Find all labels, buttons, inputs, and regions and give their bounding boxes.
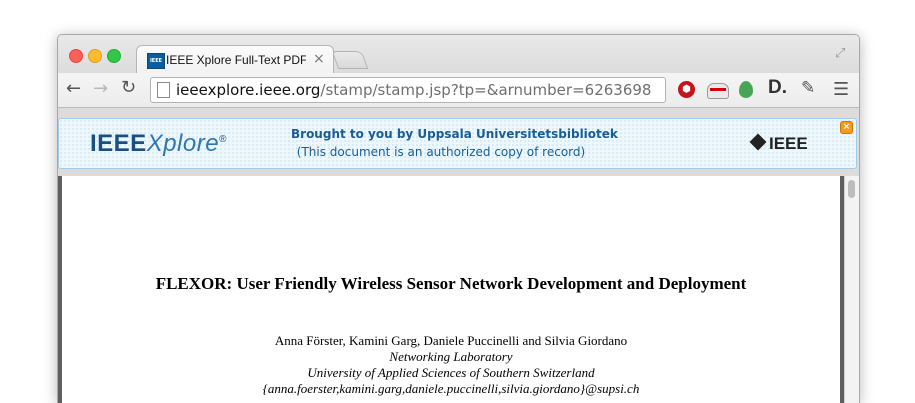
pdf-page: FLEXOR: User Friendly Wireless Sensor Ne… xyxy=(62,176,840,403)
ublock-icon[interactable]: ⬢ xyxy=(678,81,695,98)
ieee-diamond-icon xyxy=(749,133,767,151)
address-bar[interactable]: ieeexplore.ieee.org/stamp/stamp.jsp?tp=&… xyxy=(150,77,754,103)
paper-title: FLEXOR: User Friendly Wireless Sensor Ne… xyxy=(155,274,747,293)
d-extension-icon[interactable]: D. xyxy=(768,77,787,99)
browser-toolbar: ← → ↻ ieeexplore.ieee.org/stamp/stamp.js… xyxy=(58,73,859,108)
ieee-mark-text: IEEE xyxy=(769,134,808,153)
authorized-copy-text: (This document is an authorized copy of … xyxy=(296,145,586,159)
logo-ieee: IEEE xyxy=(90,130,147,157)
logo-registered: ® xyxy=(219,134,227,145)
browser-window: IEEE IEEE Xplore Full-Text PDF: × ⤢ ← → … xyxy=(57,34,860,403)
paper-university: University of Applied Sciences of Southe… xyxy=(307,365,595,380)
url-path: /stamp/stamp.jsp?tp=&arnumber=6263698 xyxy=(320,81,652,99)
tab-strip: IEEE IEEE Xplore Full-Text PDF: × ⤢ xyxy=(58,35,859,74)
banner-close-icon[interactable]: × xyxy=(840,121,853,134)
paper-emails: {anna.foerster,kamini.garg,daniele.pucci… xyxy=(262,381,640,396)
scrollbar-thumb[interactable] xyxy=(848,180,855,198)
brought-by-text: Brought to you by Uppsala Universitetsbi… xyxy=(291,127,618,141)
tab-ieee-xplore[interactable]: IEEE IEEE Xplore Full-Text PDF: × xyxy=(136,45,334,74)
new-tab-button[interactable] xyxy=(331,51,369,69)
hamburger-menu-icon[interactable]: ☰ xyxy=(833,79,849,100)
window-minimize-button[interactable] xyxy=(88,49,102,63)
tab-close-icon[interactable]: × xyxy=(313,51,325,67)
paper-lab: Networking Laboratory xyxy=(389,349,513,364)
ieee-xplore-logo[interactable]: IEEEXplore® xyxy=(90,130,227,158)
window-close-button[interactable] xyxy=(69,49,83,63)
ghostery-icon[interactable] xyxy=(707,83,729,99)
forward-arrow-icon[interactable]: → xyxy=(93,78,108,99)
pdf-viewer[interactable]: FLEXOR: User Friendly Wireless Sensor Ne… xyxy=(58,176,859,403)
url-host: ieeexplore.ieee.org xyxy=(176,81,321,99)
fullscreen-icon[interactable]: ⤢ xyxy=(835,46,845,61)
logo-xplore: Xplore xyxy=(146,130,220,157)
url-text[interactable]: ieeexplore.ieee.org/stamp/stamp.jsp?tp=&… xyxy=(176,81,651,99)
ieee-logo[interactable]: IEEE xyxy=(749,133,808,154)
evernote-icon[interactable] xyxy=(739,81,753,98)
ieee-access-banner: IEEEXplore® Brought to you by Uppsala Un… xyxy=(58,118,857,169)
tab-title: IEEE Xplore Full-Text PDF: xyxy=(166,53,306,67)
back-arrow-icon[interactable]: ← xyxy=(66,78,81,99)
page-icon xyxy=(157,82,170,98)
wrench-icon[interactable]: ✎ xyxy=(801,78,815,98)
paper-authors: Anna Förster, Kamini Garg, Daniele Pucci… xyxy=(274,333,628,348)
page-content: IEEEXplore® Brought to you by Uppsala Un… xyxy=(58,108,859,403)
window-maximize-button[interactable] xyxy=(107,49,121,63)
vertical-scrollbar[interactable] xyxy=(844,176,859,403)
ieee-favicon-icon: IEEE xyxy=(147,53,165,69)
reload-icon[interactable]: ↻ xyxy=(121,77,136,98)
